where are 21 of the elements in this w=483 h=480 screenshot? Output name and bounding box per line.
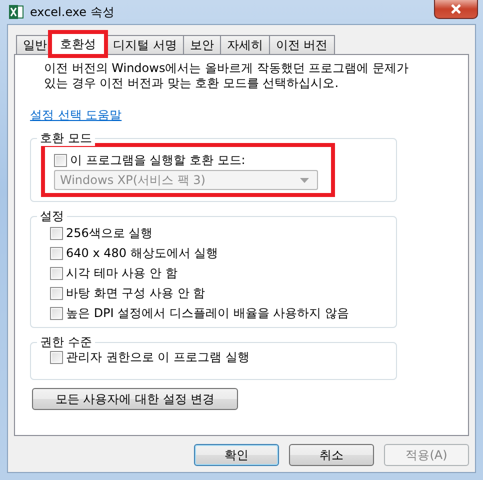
- checkbox-label: 관리자 권한으로 이 프로그램 실행: [66, 348, 250, 366]
- tab[interactable]: 자세히: [220, 35, 270, 54]
- dialog-button[interactable]: 취소: [289, 444, 374, 466]
- window-title: excel.exe 속성: [30, 4, 114, 20]
- tab[interactable]: 호환성: [51, 33, 105, 55]
- checkbox-label: 256색으로 실행: [66, 224, 153, 242]
- change-settings-button[interactable]: 모든 사용자에 대한 설정 변경: [32, 388, 238, 410]
- checkbox-label: 이 프로그램을 실행할 호환 모드:: [70, 152, 246, 168]
- checkbox-label: 640 x 480 해상도에서 실행: [66, 244, 218, 262]
- checkbox-label: 바탕 화면 구성 사용 안 함: [66, 284, 206, 302]
- tab[interactable]: 디지털 서명: [106, 35, 184, 54]
- help-link[interactable]: 설정 선택 도움말: [30, 107, 122, 124]
- checkbox-label: 시각 테마 사용 안 함: [66, 264, 178, 282]
- description-text: 이전 버전의 Windows에서는 올바르게 작동했던 프로그램에 문제가 있는 경우 이전 버전과 맞는 호환 모드를 선택하십시오.: [44, 61, 408, 91]
- group-title: 권한 수준: [37, 334, 95, 350]
- checkbox-label: 높은 DPI 설정에서 디스플레이 배율을 사용하지 않음: [66, 304, 349, 322]
- tab[interactable]: 이전 버전: [268, 35, 335, 54]
- dialog-button[interactable]: 확인: [194, 444, 279, 466]
- tab[interactable]: 보안: [182, 35, 221, 54]
- group-title: 호환 모드: [37, 130, 95, 146]
- group-title: 설정: [37, 208, 67, 224]
